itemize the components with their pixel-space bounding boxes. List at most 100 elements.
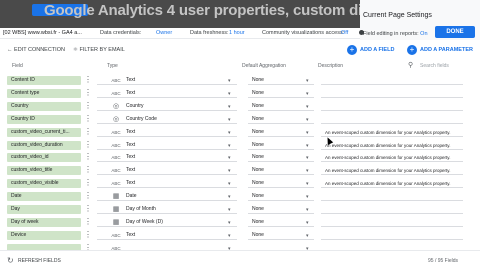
chevron-down-icon[interactable]: ▾: [228, 103, 231, 111]
description-field[interactable]: [321, 115, 463, 124]
more-vert-icon[interactable]: ⋮: [84, 230, 92, 240]
field-name-chip[interactable]: Country ID: [7, 114, 81, 124]
done-button[interactable]: DONE: [435, 26, 475, 38]
more-vert-icon[interactable]: ⋮: [84, 140, 92, 150]
add-field-icon[interactable]: +: [347, 45, 357, 55]
field-name-chip[interactable]: custom_video_title: [7, 166, 81, 176]
chevron-down-icon[interactable]: ▾: [306, 142, 309, 150]
chevron-down-icon[interactable]: ▾: [306, 90, 309, 98]
text-type-icon: ABC: [111, 90, 121, 96]
description-value: An event-scoped custom dimension for you…: [325, 168, 451, 174]
text-type-icon: ABC: [111, 232, 121, 238]
field-name-chip[interactable]: Day of week: [7, 217, 81, 227]
type-value: Day of Month: [126, 206, 156, 212]
more-vert-icon[interactable]: ⋮: [84, 217, 92, 227]
more-vert-icon[interactable]: ⋮: [84, 88, 92, 98]
more-vert-icon[interactable]: ⋮: [84, 204, 92, 214]
field-name-chip[interactable]: custom_video_duration: [7, 140, 81, 150]
table-row: custom_video_duration ⋮ ABC Text ▾ None ▾ An ev…: [0, 139, 480, 152]
calendar-icon: ▦: [112, 193, 120, 201]
search-icon[interactable]: ⚲: [408, 61, 413, 69]
more-vert-icon[interactable]: ⋮: [84, 165, 92, 175]
more-vert-icon[interactable]: ⋮: [84, 101, 92, 111]
field-name-chip[interactable]: Date: [7, 192, 81, 202]
add-field-button[interactable]: ADD A FIELD: [360, 47, 394, 53]
description-field[interactable]: [321, 89, 463, 98]
field-editing-setting[interactable]: Field editing in reports: On: [363, 31, 428, 37]
chevron-down-icon[interactable]: ▾: [228, 154, 231, 162]
description-field[interactable]: [321, 205, 463, 214]
description-field[interactable]: [321, 218, 463, 227]
community-viz-value[interactable]: Off: [341, 30, 348, 36]
refresh-fields-button[interactable]: REFRESH FIELDS: [18, 258, 61, 264]
chevron-down-icon[interactable]: ▾: [306, 129, 309, 137]
type-value: Country Code: [126, 115, 157, 122]
refresh-icon[interactable]: ↻: [7, 256, 14, 265]
edit-connection-button[interactable]: ← EDIT CONNECTION: [7, 47, 65, 53]
type-value: Date: [126, 193, 137, 200]
field-name-chip[interactable]: custom_video_current_ti...: [7, 127, 81, 137]
search-input[interactable]: Search fields: [420, 63, 449, 69]
chevron-down-icon[interactable]: ▾: [228, 77, 231, 85]
chevron-down-icon[interactable]: ▾: [306, 232, 309, 240]
chevron-down-icon[interactable]: ▾: [306, 180, 309, 188]
add-parameter-icon[interactable]: +: [407, 45, 417, 55]
column-header-type[interactable]: Type: [107, 63, 118, 69]
field-name-chip[interactable]: Device: [7, 230, 81, 240]
chevron-down-icon[interactable]: ▾: [306, 193, 309, 201]
chevron-down-icon[interactable]: ▾: [306, 167, 309, 175]
field-name-chip[interactable]: Country: [7, 101, 81, 111]
type-value: Text: [126, 167, 136, 174]
chevron-down-icon[interactable]: ▾: [228, 180, 231, 188]
description-field[interactable]: [321, 76, 463, 85]
chevron-down-icon[interactable]: ▾: [306, 116, 309, 124]
description-field[interactable]: [321, 102, 463, 111]
data-source-name[interactable]: [02 WBS] www.wbsi.fr - GA4 a...: [3, 30, 82, 36]
more-vert-icon[interactable]: ⋮: [84, 178, 92, 188]
description-field[interactable]: [321, 231, 463, 240]
more-vert-icon[interactable]: ⋮: [84, 114, 92, 124]
type-value: Day of Week (D): [126, 218, 163, 225]
chevron-down-icon[interactable]: ▾: [228, 232, 231, 240]
filter-by-email-button[interactable]: ⚛ FILTER BY EMAIL: [73, 47, 125, 53]
more-vert-icon[interactable]: ⋮: [84, 152, 92, 162]
add-parameter-button[interactable]: ADD A PARAMETER: [420, 47, 473, 53]
panel-title: Current Page Settings: [363, 12, 432, 19]
table-row: Country ID ⋮ ◎ Country Code ▾ None ▾: [0, 113, 480, 126]
chevron-down-icon[interactable]: ▾: [228, 116, 231, 124]
aggregation-value: None: [252, 231, 264, 238]
field-name-chip[interactable]: Content type: [7, 88, 81, 98]
table-row: Device ⋮ ABC Text ▾ None ▾: [0, 229, 480, 242]
aggregation-value: None: [252, 115, 264, 122]
more-vert-icon[interactable]: ⋮: [84, 75, 92, 85]
data-credentials-value[interactable]: Owner: [156, 30, 172, 36]
calendar-icon: ▦: [112, 218, 120, 226]
data-freshness-label: Data freshness:: [190, 30, 229, 36]
field-name-chip[interactable]: custom_video_id: [7, 153, 81, 163]
chevron-down-icon[interactable]: ▾: [228, 142, 231, 150]
chevron-down-icon[interactable]: ▾: [228, 193, 231, 201]
field-name-chip[interactable]: custom_video_visible: [7, 179, 81, 189]
field-name-chip[interactable]: Content ID: [7, 76, 81, 85]
chevron-down-icon[interactable]: ▾: [228, 90, 231, 98]
chevron-down-icon[interactable]: ▾: [306, 206, 309, 214]
chevron-down-icon[interactable]: ▾: [228, 206, 231, 214]
chevron-down-icon[interactable]: ▾: [228, 167, 231, 175]
column-header-aggregation[interactable]: Default Aggregation: [242, 63, 286, 69]
data-freshness-value[interactable]: 1 hour: [229, 30, 245, 36]
chevron-down-icon[interactable]: ▾: [228, 219, 231, 227]
chevron-down-icon[interactable]: ▾: [228, 129, 231, 137]
more-vert-icon[interactable]: ⋮: [84, 191, 92, 201]
field-name-chip[interactable]: Day: [7, 205, 81, 214]
description-field[interactable]: [321, 192, 463, 202]
chevron-down-icon[interactable]: ▾: [306, 154, 309, 162]
column-header-field[interactable]: Field: [12, 63, 23, 69]
column-headers: Field Type Default Aggregation Descripti…: [0, 62, 480, 71]
chevron-down-icon[interactable]: ▾: [306, 77, 309, 85]
chevron-down-icon[interactable]: ▾: [306, 103, 309, 111]
chevron-down-icon[interactable]: ▾: [306, 219, 309, 227]
column-header-description[interactable]: Description: [318, 63, 343, 69]
table-row: Day of week ⋮ ▦ Day of Week (D) ▾ None ▾: [0, 216, 480, 229]
more-vert-icon[interactable]: ⋮: [84, 127, 92, 137]
field-editing-value[interactable]: On: [420, 31, 427, 37]
